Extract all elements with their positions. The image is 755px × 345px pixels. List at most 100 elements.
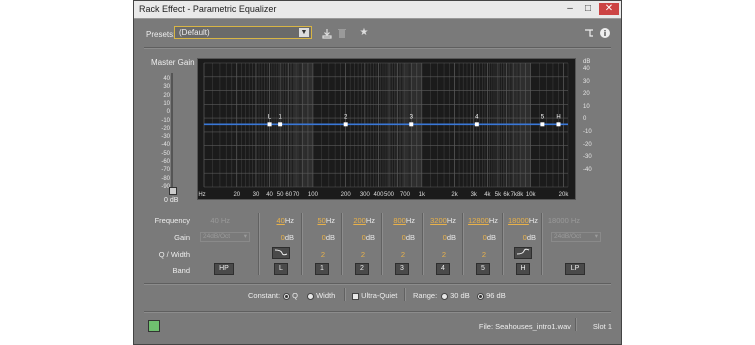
divider xyxy=(144,47,611,49)
hp-band-button[interactable]: HP xyxy=(214,263,234,275)
master-gain-tick: 0 xyxy=(166,109,170,116)
eq-graph-canvas[interactable]: Hz 20 30 40 50 60 70 100 200 300 400 500 700 1k 2k 3k 4k… xyxy=(198,59,575,199)
master-gain-slider-track[interactable] xyxy=(171,73,173,191)
band-marker-handle[interactable] xyxy=(556,122,561,127)
band-l-button[interactable]: L xyxy=(274,263,288,275)
band-l-frequency[interactable]: 40Hz xyxy=(266,216,294,225)
power-toggle-icon[interactable] xyxy=(148,320,160,332)
master-gain-value[interactable]: 0 dB xyxy=(164,197,178,204)
maximize-button[interactable]: □ xyxy=(579,3,597,15)
separator xyxy=(404,288,406,301)
q-radio[interactable] xyxy=(283,292,290,300)
band-marker-handle[interactable] xyxy=(540,122,545,127)
band-3-q[interactable]: 2 xyxy=(387,250,405,259)
band-3-frequency[interactable]: 800Hz xyxy=(387,216,415,225)
range-30-radio[interactable] xyxy=(441,292,448,300)
band-3-button[interactable]: 3 xyxy=(395,263,409,275)
hp-frequency[interactable]: 40 Hz xyxy=(200,216,230,225)
master-gain-label: Master Gain xyxy=(151,58,195,67)
range-30-option[interactable]: 30 dB xyxy=(441,291,470,300)
band-marker-5[interactable]: 5 xyxy=(540,114,545,127)
master-gain-tick: -20 xyxy=(161,125,170,132)
frequency-row-label: Frequency xyxy=(154,216,190,225)
freq-axis-label: 5k xyxy=(495,192,502,198)
freq-axis-label: 700 xyxy=(400,192,411,198)
ultra-quiet-checkbox[interactable] xyxy=(352,292,359,300)
master-gain-slider-handle[interactable] xyxy=(169,187,177,195)
band-marker-handle[interactable] xyxy=(278,122,283,127)
high-shelf-shape-button[interactable] xyxy=(514,247,532,259)
band-marker-3[interactable]: 3 xyxy=(409,114,414,127)
master-gain-tick: -40 xyxy=(161,142,170,149)
band-3-gain[interactable]: 0dB xyxy=(387,233,415,242)
band-marker-h[interactable]: H xyxy=(556,114,561,127)
band-h-button[interactable]: H xyxy=(516,263,530,275)
graph-db-tick: 10 xyxy=(583,103,590,110)
lp-slope-dropdown[interactable]: 24dB/Oct ▾ xyxy=(551,232,601,242)
freq-axis-label: Hz xyxy=(198,192,205,198)
minimize-button[interactable]: – xyxy=(561,3,579,15)
band-marker-handle[interactable] xyxy=(409,122,414,127)
eq-graph[interactable]: Hz 20 30 40 50 60 70 100 200 300 400 500 700 1k 2k 3k 4k… xyxy=(197,58,576,200)
close-button[interactable]: ✕ xyxy=(599,3,619,15)
band-marker-label: H xyxy=(556,114,560,120)
freq-axis-label: 100 xyxy=(308,192,319,198)
band-4-q[interactable]: 2 xyxy=(428,250,446,259)
band-h-frequency[interactable]: 18000Hz xyxy=(508,216,538,225)
band-4-frequency[interactable]: 3200Hz xyxy=(428,216,456,225)
band-marker-handle[interactable] xyxy=(267,122,272,127)
lp-band-button[interactable]: LP xyxy=(565,263,585,275)
constant-width-option[interactable]: Width xyxy=(307,291,335,300)
info-icon[interactable] xyxy=(599,27,611,39)
low-shelf-shape-button[interactable] xyxy=(272,247,290,259)
delete-preset-icon[interactable] xyxy=(336,27,348,39)
band-2-gain[interactable]: 0dB xyxy=(347,233,375,242)
freq-axis-label: 3k xyxy=(471,192,478,198)
presets-dropdown[interactable]: (Default) ▼ xyxy=(174,26,312,39)
hp-slope-dropdown[interactable]: 24dB/Oct ▾ xyxy=(200,232,250,242)
band-5-button[interactable]: 5 xyxy=(476,263,490,275)
save-preset-icon[interactable] xyxy=(321,27,333,39)
favorite-star-icon[interactable]: ★ xyxy=(358,27,370,39)
separator xyxy=(341,213,343,275)
high-shelf-icon xyxy=(516,248,530,255)
width-radio[interactable] xyxy=(307,292,314,300)
master-gain-tick: 40 xyxy=(163,76,170,82)
band-5-gain[interactable]: 0dB xyxy=(468,233,496,242)
separator xyxy=(541,213,543,275)
band-1-q[interactable]: 2 xyxy=(307,250,325,259)
band-l-gain[interactable]: 0dB xyxy=(266,233,294,242)
band-marker-label: L xyxy=(268,114,272,120)
range-96-option[interactable]: 96 dB xyxy=(477,291,506,300)
band-2-q[interactable]: 2 xyxy=(347,250,365,259)
band-1-gain[interactable]: 0dB xyxy=(307,233,335,242)
range-96-radio[interactable] xyxy=(477,292,484,300)
band-4-gain[interactable]: 0dB xyxy=(428,233,456,242)
band-marker-handle[interactable] xyxy=(343,122,348,127)
band-1-button[interactable]: 1 xyxy=(315,263,329,275)
low-shelf-icon xyxy=(274,249,288,256)
divider xyxy=(144,283,611,285)
ultra-quiet-option[interactable]: Ultra-Quiet xyxy=(352,291,397,300)
freq-axis-label: 20 xyxy=(233,192,240,198)
separator xyxy=(575,318,577,331)
master-gain-tick: -50 xyxy=(161,150,170,157)
band-5-q[interactable]: 2 xyxy=(468,250,486,259)
constant-q-option[interactable]: Q xyxy=(283,291,298,300)
band-2-frequency[interactable]: 200Hz xyxy=(347,216,375,225)
freq-axis-label: 2k xyxy=(451,192,458,198)
band-marker-2[interactable]: 2 xyxy=(343,114,348,127)
lp-frequency[interactable]: 18000 Hz xyxy=(546,216,580,225)
band-1-frequency[interactable]: 50Hz xyxy=(307,216,335,225)
band-marker-l[interactable]: L xyxy=(267,114,272,127)
band-marker-4[interactable]: 4 xyxy=(474,114,479,127)
routing-icon[interactable] xyxy=(583,27,595,39)
freq-axis-label: 70 xyxy=(293,192,300,198)
band-5-frequency[interactable]: 12800Hz xyxy=(468,216,498,225)
band-marker-handle[interactable] xyxy=(474,122,479,127)
band-h-gain[interactable]: 0dB xyxy=(508,233,536,242)
freq-axis-label: 30 xyxy=(253,192,260,198)
band-2-button[interactable]: 2 xyxy=(355,263,369,275)
graph-db-tick: -30 xyxy=(583,154,592,161)
band-4-button[interactable]: 4 xyxy=(436,263,450,275)
